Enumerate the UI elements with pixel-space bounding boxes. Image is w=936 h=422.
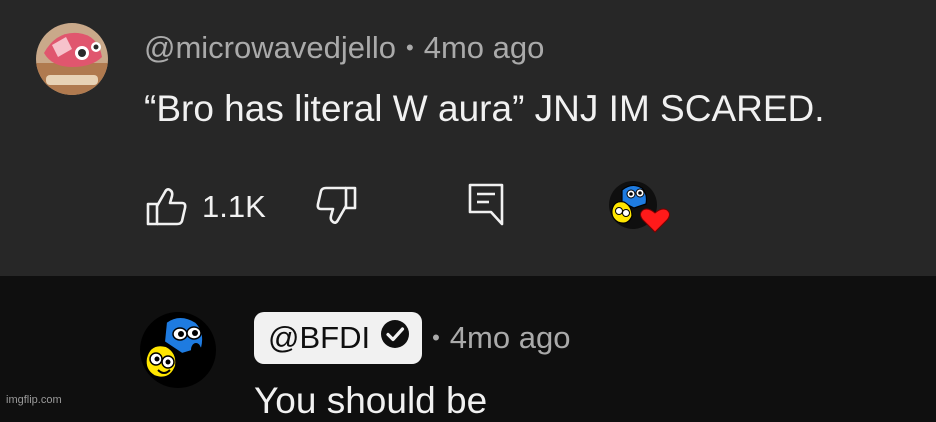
thumbs-down-icon	[315, 186, 357, 228]
reply-meta: @BFDI • 4mo ago	[254, 312, 570, 364]
reply-icon	[467, 182, 505, 226]
like-button[interactable]: 1.1K	[146, 186, 266, 228]
reply: @BFDI • 4mo ago You should be imgflip.co…	[0, 276, 936, 421]
dislike-button[interactable]	[315, 186, 357, 228]
creator-heart	[608, 180, 674, 238]
comment-author[interactable]: @microwavedjello	[144, 30, 396, 66]
reply-text: You should be	[254, 380, 488, 421]
channel-owner-badge[interactable]: @BFDI	[254, 312, 423, 364]
commenter-avatar[interactable]	[36, 23, 108, 95]
creator-heart-icon	[608, 180, 674, 238]
verified-check-icon	[380, 319, 410, 357]
comment-time[interactable]: 4mo ago	[424, 30, 545, 66]
comment-text: “Bro has literal W aura” JNJ IM SCARED.	[144, 88, 825, 129]
reply-button[interactable]	[467, 182, 505, 226]
imgflip-watermark: imgflip.com	[6, 394, 62, 406]
like-count: 1.1K	[202, 189, 266, 224]
meta-separator: •	[406, 35, 414, 60]
reply-avatar[interactable]	[140, 312, 216, 388]
reply-author: @BFDI	[268, 320, 371, 355]
thumbs-up-icon	[146, 186, 188, 228]
comment-meta: @microwavedjello • 4mo ago	[144, 30, 544, 66]
reply-time[interactable]: 4mo ago	[450, 320, 571, 356]
meta-separator: •	[432, 325, 440, 350]
comment: @microwavedjello • 4mo ago “Bro has lite…	[0, 0, 936, 276]
